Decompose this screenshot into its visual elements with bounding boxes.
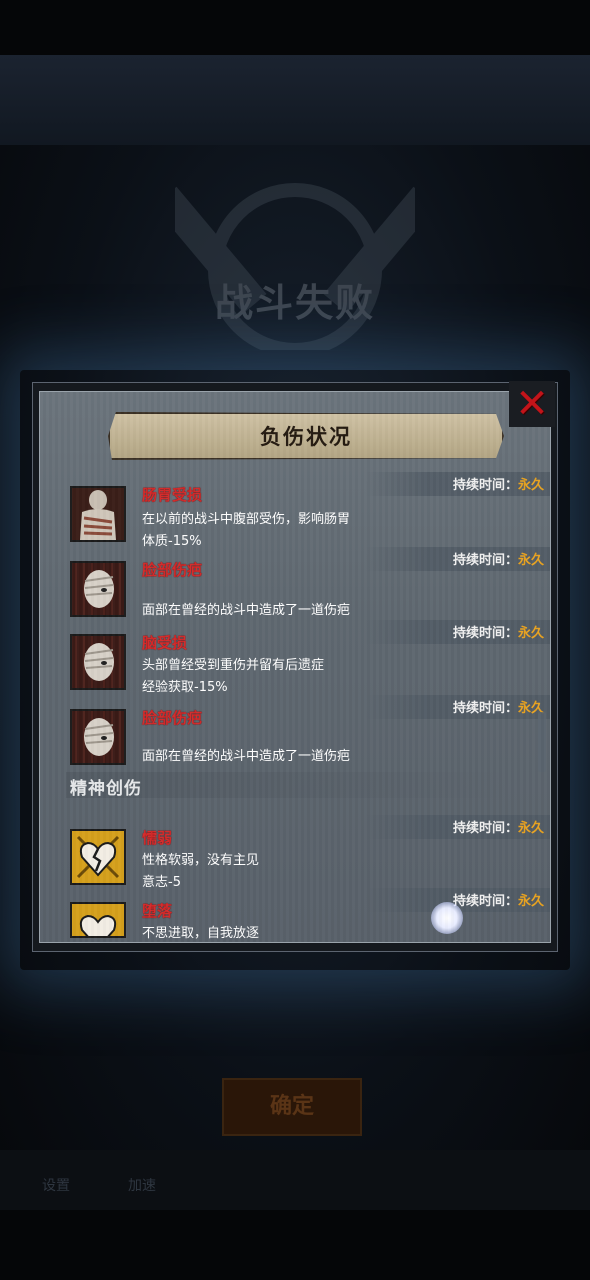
trauma-row: 持续时间：永久 懦弱 性格软弱，没有主见 意志-5 bbox=[40, 815, 550, 890]
duration-text: 持续时间：永久 bbox=[452, 821, 544, 836]
duration-text: 持续时间：永久 bbox=[452, 478, 544, 493]
battle-result-title: 战斗失败 bbox=[214, 281, 375, 325]
injury-name: 脑受损 bbox=[142, 634, 188, 652]
injury-description: 在以前的战斗中腹部受伤，影响肠胃 bbox=[142, 512, 351, 527]
injury-list[interactable]: 持续时间：永久 肠胃受损 在以前的战斗中腹部受伤，影响肠胃 体质-15% 持续时… bbox=[40, 472, 550, 941]
settings-tab[interactable]: 设置 bbox=[42, 1175, 70, 1195]
broken-heart-icon bbox=[70, 902, 126, 938]
injury-description: 面部在曾经的战斗中造成了一道伤疤 bbox=[142, 749, 351, 764]
bandaged-face-portrait-icon bbox=[70, 634, 126, 690]
injury-row: 持续时间：永久 脸部伤疤 面部在曾经的战斗中造成了一道伤疤 bbox=[40, 547, 550, 618]
duration-text: 持续时间：永久 bbox=[452, 553, 544, 568]
injury-panel: 负伤状况 持续时间：永久 肠胃受损 在以前的战斗中腹部受伤，影响肠胃 体质-15… bbox=[32, 381, 558, 952]
close-x-icon: ✕ bbox=[515, 381, 549, 427]
duration-text: 持续时间：永久 bbox=[452, 894, 544, 909]
duration-text: 持续时间：永久 bbox=[452, 626, 544, 641]
injury-panel-body: 负伤状况 持续时间：永久 肠胃受损 在以前的战斗中腹部受伤，影响肠胃 体质-15… bbox=[39, 391, 551, 943]
trauma-name: 懦弱 bbox=[142, 829, 173, 847]
injury-description: 面部在曾经的战斗中造成了一道伤疤 bbox=[142, 603, 351, 618]
injury-name: 脸部伤疤 bbox=[142, 709, 203, 727]
injury-row: 持续时间：永久 肠胃受损 在以前的战斗中腹部受伤，影响肠胃 体质-15% bbox=[40, 472, 550, 549]
mental-trauma-section-title: 精神创伤 bbox=[70, 779, 142, 799]
list-scrollbar[interactable] bbox=[538, 712, 546, 772]
background-header bbox=[0, 55, 590, 145]
injury-effect: 经验获取-15% bbox=[142, 680, 228, 695]
bandaged-face-portrait-icon bbox=[70, 709, 126, 765]
trauma-description: 不思进取，自我放逐 bbox=[142, 926, 260, 941]
injury-row: 持续时间：永久 脑受损 头部曾经受到重伤并留有后遗症 经验获取-15% bbox=[40, 620, 550, 695]
bottom-bar bbox=[0, 1150, 590, 1210]
touch-indicator bbox=[431, 902, 463, 934]
injury-description: 头部曾经受到重伤并留有后遗症 bbox=[142, 658, 325, 673]
trauma-row: 持续时间：永久 堕落 不思进取，自我放逐 bbox=[40, 888, 550, 942]
bandaged-torso-portrait-icon bbox=[70, 486, 126, 542]
close-button[interactable]: ✕ bbox=[509, 381, 555, 427]
speed-tab[interactable]: 加速 bbox=[128, 1175, 156, 1195]
trauma-name: 堕落 bbox=[142, 902, 173, 920]
injury-name: 肠胃受损 bbox=[142, 486, 203, 504]
confirm-button[interactable]: 确定 bbox=[222, 1078, 362, 1136]
panel-title: 负伤状况 bbox=[260, 425, 352, 449]
duration-text: 持续时间：永久 bbox=[452, 701, 544, 716]
trauma-description: 性格软弱，没有主见 bbox=[142, 853, 260, 868]
panel-title-banner: 负伤状况 bbox=[108, 412, 504, 460]
broken-heart-icon bbox=[70, 829, 126, 885]
injury-name: 脸部伤疤 bbox=[142, 561, 203, 579]
injury-row: 持续时间：永久 脸部伤疤 面部在曾经的战斗中造成了一道伤疤 bbox=[40, 695, 550, 765]
bandaged-face-portrait-icon bbox=[70, 561, 126, 617]
